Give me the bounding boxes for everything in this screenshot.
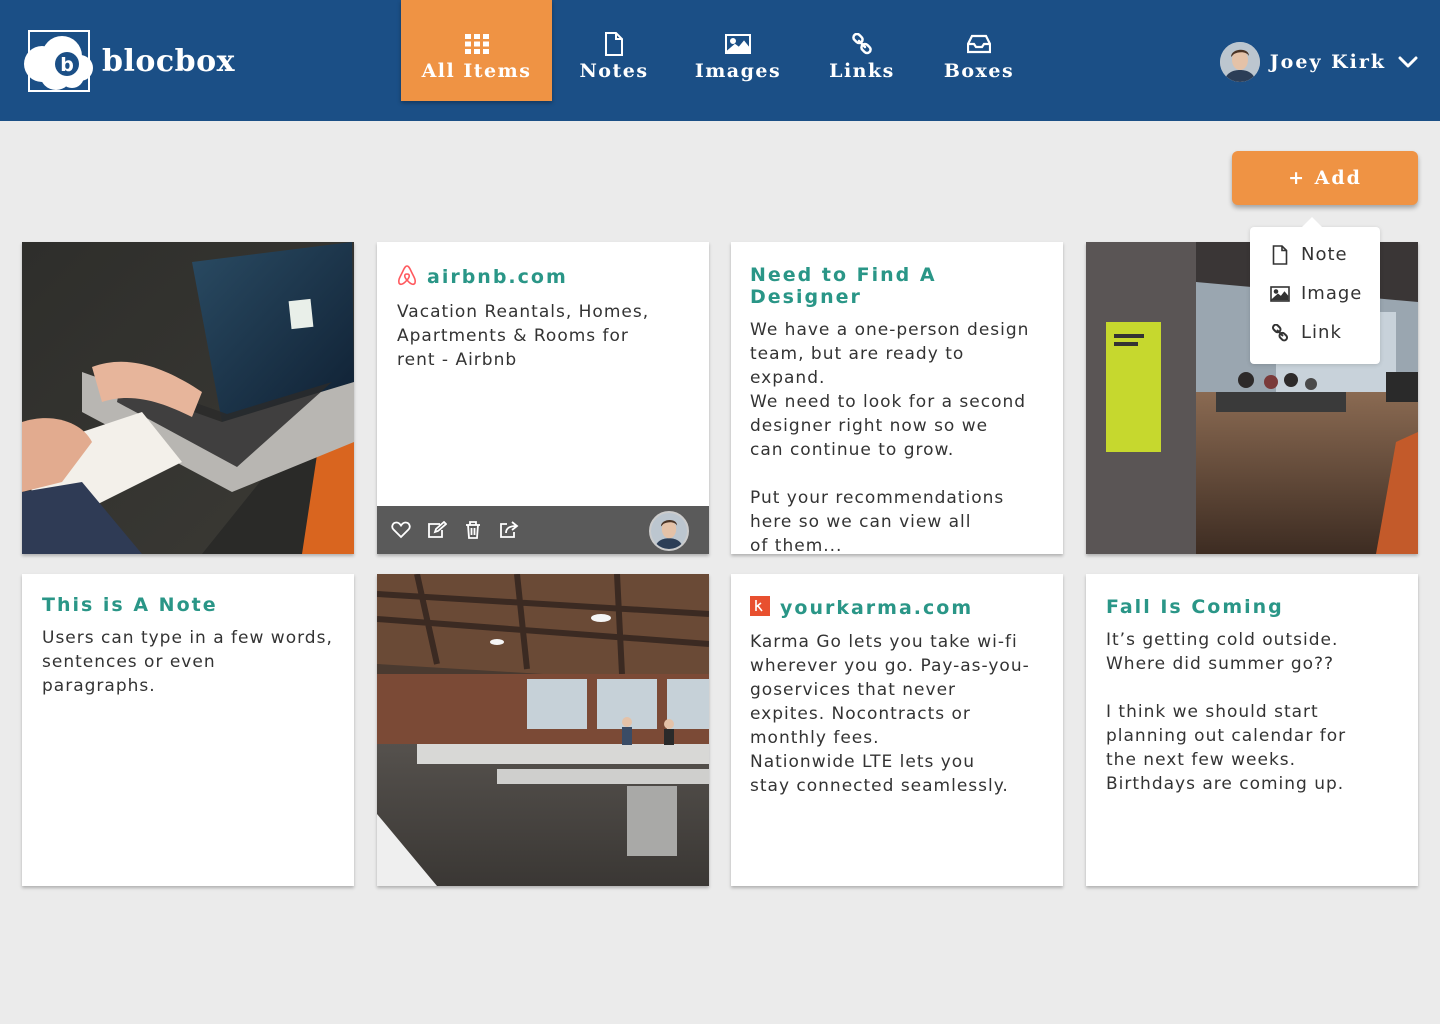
nav-notes[interactable]: Notes bbox=[552, 0, 676, 101]
add-menu-image[interactable]: Image bbox=[1250, 274, 1380, 313]
nav-all-items[interactable]: All Items bbox=[401, 0, 552, 101]
top-bar: b blocbox All Items Notes Images Links B… bbox=[0, 0, 1440, 121]
note-card-basic[interactable]: This is A Note Users can type in a few w… bbox=[22, 574, 354, 886]
card-title: This is A Note bbox=[42, 594, 218, 616]
add-button[interactable]: + Add bbox=[1232, 151, 1418, 205]
card-body: We have a one-person design team, but ar… bbox=[750, 320, 1030, 554]
link-icon bbox=[1270, 323, 1290, 342]
link-icon bbox=[851, 32, 873, 56]
note-card-designer[interactable]: Need to Find A Designer We have a one-pe… bbox=[731, 242, 1063, 554]
laptop-photo bbox=[22, 242, 354, 554]
nav-images[interactable]: Images bbox=[676, 0, 800, 101]
nav-label: Links bbox=[829, 60, 895, 82]
grid-icon bbox=[464, 32, 489, 56]
menu-label: Note bbox=[1301, 244, 1348, 265]
nav-label: Boxes bbox=[943, 60, 1015, 82]
chevron-down-icon bbox=[1398, 53, 1418, 72]
link-header: yourkarma.com bbox=[750, 596, 1044, 620]
note-card-fall[interactable]: Fall Is Coming It’s getting cold outside… bbox=[1086, 574, 1418, 886]
add-menu: Note Image Link bbox=[1250, 217, 1380, 364]
main-nav: All Items Notes Images Links Boxes bbox=[401, 0, 1034, 101]
nav-label: All Items bbox=[421, 60, 532, 82]
heart-icon[interactable] bbox=[391, 520, 411, 540]
nav-boxes[interactable]: Boxes bbox=[924, 0, 1034, 101]
menu-label: Link bbox=[1301, 322, 1342, 343]
link-card-karma[interactable]: yourkarma.com Karma Go lets you take wi-… bbox=[731, 574, 1063, 886]
karma-logo-icon bbox=[750, 596, 770, 620]
link-header: airbnb.com bbox=[397, 264, 689, 290]
card-title: Need to Find A Designer bbox=[750, 264, 937, 308]
menu-label: Image bbox=[1301, 283, 1363, 304]
nav-label: Images bbox=[694, 60, 782, 82]
app-logo[interactable]: b blocbox bbox=[22, 30, 235, 92]
image-card-open-office[interactable] bbox=[377, 574, 709, 886]
edit-icon[interactable] bbox=[427, 520, 447, 540]
user-name: Joey Kirk bbox=[1269, 51, 1386, 73]
card-body: Users can type in a few words, sentences… bbox=[42, 628, 333, 696]
nav-label: Notes bbox=[579, 60, 649, 82]
open-office-photo bbox=[377, 574, 709, 886]
svg-text:b: b bbox=[60, 54, 74, 76]
avatar bbox=[1219, 42, 1260, 82]
add-menu-note[interactable]: Note bbox=[1250, 235, 1380, 274]
inbox-icon bbox=[967, 32, 991, 56]
cloud-logo-icon: b bbox=[22, 30, 94, 92]
document-icon bbox=[1270, 244, 1290, 265]
card-title[interactable]: airbnb.com bbox=[427, 266, 568, 288]
card-toolbar bbox=[377, 506, 709, 554]
add-menu-link[interactable]: Link bbox=[1250, 313, 1380, 352]
document-icon bbox=[604, 32, 624, 56]
image-icon bbox=[1270, 285, 1290, 302]
nav-links[interactable]: Links bbox=[800, 0, 924, 101]
card-title: Fall Is Coming bbox=[1106, 596, 1284, 618]
share-icon[interactable] bbox=[499, 520, 519, 540]
card-body: Vacation Reantals, Homes, Apartments & R… bbox=[397, 302, 650, 370]
card-body: Karma Go lets you take wi-fi wherever yo… bbox=[750, 632, 1030, 796]
airbnb-logo-icon bbox=[397, 264, 417, 290]
image-card-laptop[interactable] bbox=[22, 242, 354, 554]
app-name: blocbox bbox=[102, 43, 236, 79]
avatar bbox=[649, 511, 689, 551]
card-title[interactable]: yourkarma.com bbox=[780, 597, 973, 619]
user-menu[interactable]: Joey Kirk bbox=[1219, 42, 1418, 82]
trash-icon[interactable] bbox=[463, 520, 483, 540]
card-body: It’s getting cold outside. Where did sum… bbox=[1106, 630, 1347, 794]
image-icon bbox=[725, 32, 751, 56]
link-card-airbnb[interactable]: airbnb.com Vacation Reantals, Homes, Apa… bbox=[377, 242, 709, 554]
